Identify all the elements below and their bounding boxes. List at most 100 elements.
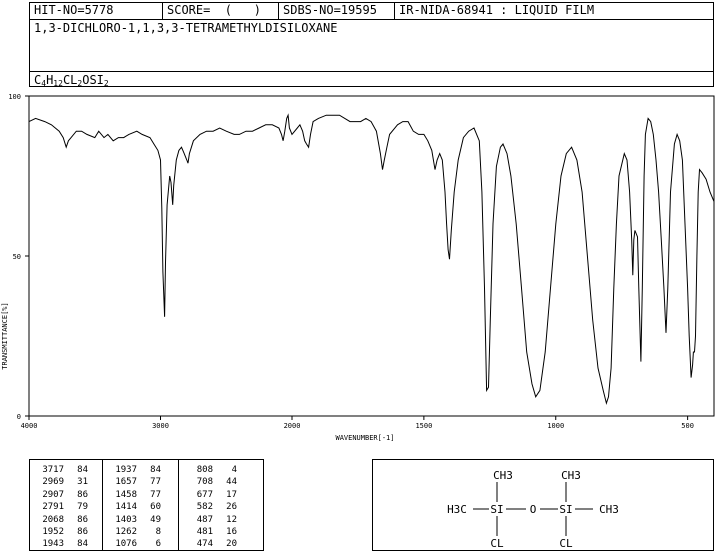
peak-transmittance: 16 (226, 526, 237, 537)
peak-transmittance: 86 (77, 489, 88, 500)
peak-wavenumber: 2791 (42, 502, 64, 513)
compound-name: 1,3-DICHLORO-1,1,3,3-TETRAMETHYLDISILOXA… (34, 21, 338, 35)
peak-row: 1076 6 (103, 538, 178, 550)
molecular-structure: CH3 CH3 H3C SI O SI CH3 CL CL (447, 469, 619, 550)
peak-wavenumber: 1414 (115, 502, 137, 513)
peak-row: 2907 86 (30, 489, 102, 501)
formula-part: CL (62, 73, 78, 87)
peak-row: 3717 84 (30, 464, 102, 476)
peak-row: 708 44 (179, 476, 263, 488)
header-info-row: HIT-NO=5778 SCORE= ( ) SDBS-NO=19595 IR-… (30, 3, 713, 20)
x-tick-label: 3000 (152, 422, 169, 430)
y-axis-label: TRANSMITTANCE[%] (1, 302, 9, 369)
x-tick-label: 1500 (415, 422, 432, 430)
peak-transmittance: 26 (226, 502, 237, 513)
peak-wavenumber: 1262 (115, 526, 137, 537)
peak-row: 808 4 (179, 464, 263, 476)
peak-row: 1657 77 (103, 476, 178, 488)
peak-row: 1262 8 (103, 526, 178, 538)
peak-row: 1952 86 (30, 526, 102, 538)
peak-transmittance: 44 (226, 477, 237, 488)
peak-transmittance: 12 (226, 514, 237, 525)
methyl-left-label: H3C (447, 503, 467, 516)
peak-wavenumber: 808 (196, 465, 213, 475)
peak-wavenumber: 474 (196, 539, 213, 550)
peak-row: 481 16 (179, 526, 263, 538)
peak-transmittance: 86 (77, 514, 88, 525)
structure-box: CH3 CH3 H3C SI O SI CH3 CL CL (372, 459, 714, 551)
peak-transmittance: 77 (150, 489, 161, 500)
peak-row: 1403 49 (103, 514, 178, 526)
peak-transmittance: 4 (231, 465, 237, 475)
peak-wavenumber: 2068 (42, 514, 64, 525)
peak-wavenumber: 582 (196, 502, 213, 513)
peak-row: 474 20 (179, 538, 263, 550)
peak-transmittance: 84 (77, 465, 88, 475)
ir-method: IR-NIDA-68941 : LIQUID FILM (394, 3, 715, 19)
peak-transmittance: 60 (150, 502, 161, 513)
y-tick-label: 0 (17, 413, 21, 421)
peak-wavenumber: 1937 (115, 465, 137, 475)
peak-row: 1458 77 (103, 489, 178, 501)
peak-column: 808 4 708 44 677 17 582 26 487 12 481 16 474 20 (178, 460, 263, 550)
methyl-right-label: CH3 (599, 503, 619, 516)
x-tick-label: 4000 (21, 422, 38, 430)
peak-row: 2791 79 (30, 501, 102, 513)
peak-wavenumber: 1403 (115, 514, 137, 525)
methyl-top-left-label: CH3 (493, 469, 513, 482)
formula-subscript: 12 (53, 79, 63, 88)
peak-transmittance: 31 (77, 477, 88, 488)
transmittance-series-line (28, 113, 715, 406)
y-tick-label: 50 (13, 253, 21, 261)
peak-row: 1937 84 (103, 464, 178, 476)
peak-transmittance: 84 (150, 465, 161, 475)
peak-transmittance: 6 (155, 539, 161, 550)
y-tick-label: 100 (8, 93, 21, 101)
peak-wavenumber: 1952 (42, 526, 64, 537)
peak-wavenumber: 2969 (42, 477, 64, 488)
formula-subscript: 2 (103, 79, 109, 88)
oxygen-label: O (530, 503, 537, 516)
peak-transmittance: 77 (150, 477, 161, 488)
peak-wavenumber: 3717 (42, 465, 64, 475)
peak-transmittance: 86 (77, 526, 88, 537)
peak-row: 2068 86 (30, 514, 102, 526)
spectrum-header: HIT-NO=5778 SCORE= ( ) SDBS-NO=19595 IR-… (29, 2, 714, 89)
peak-column: 3717 84 2969 31 2907 86 2791 79 2068 86 1952 86 1943… (30, 460, 102, 550)
silicon-left-label: SI (490, 503, 503, 516)
peak-wavenumber: 487 (196, 514, 213, 525)
peak-row: 677 17 (179, 489, 263, 501)
x-tick-label: 500 (681, 422, 694, 430)
peak-wavenumber: 1657 (115, 477, 137, 488)
hit-number: HIT-NO=5778 (34, 3, 114, 17)
peak-row: 2969 31 (30, 476, 102, 488)
peak-row: 1943 84 (30, 538, 102, 550)
peak-transmittance: 84 (77, 539, 88, 550)
x-axis-label: WAVENUMBER[-1] (335, 434, 394, 442)
peak-row: 582 26 (179, 501, 263, 513)
peak-wavenumber: 1943 (42, 539, 64, 550)
ir-spectrum-chart: 4000 3000 2000 1500 1000 500 0 50 100 WAVENUMBE… (1, 93, 715, 442)
score: SCORE= ( ) (162, 3, 278, 19)
peak-table: 3717 84 2969 31 2907 86 2791 79 2068 86 1952 86 1943… (29, 459, 264, 551)
peak-wavenumber: 1458 (115, 489, 137, 500)
chlorine-right-label: CL (559, 537, 573, 550)
peak-wavenumber: 481 (196, 526, 213, 537)
formula-part: OSI (82, 73, 104, 87)
peak-wavenumber: 677 (196, 489, 213, 500)
chlorine-left-label: CL (490, 537, 504, 550)
peak-row: 1414 60 (103, 501, 178, 513)
peak-wavenumber: 708 (196, 477, 213, 488)
x-tick-label: 2000 (284, 422, 301, 430)
peak-wavenumber: 1076 (115, 539, 137, 550)
peak-transmittance: 49 (150, 514, 161, 525)
peak-row: 487 12 (179, 514, 263, 526)
peak-transmittance: 8 (155, 526, 161, 537)
peak-wavenumber: 2907 (42, 489, 64, 500)
peak-transmittance: 17 (226, 489, 237, 500)
methyl-top-right-label: CH3 (561, 469, 581, 482)
peak-transmittance: 20 (226, 539, 237, 550)
molecular-formula: C4H12CL2OSI2 (30, 71, 713, 89)
silicon-right-label: SI (559, 503, 572, 516)
peak-transmittance: 79 (77, 502, 88, 513)
